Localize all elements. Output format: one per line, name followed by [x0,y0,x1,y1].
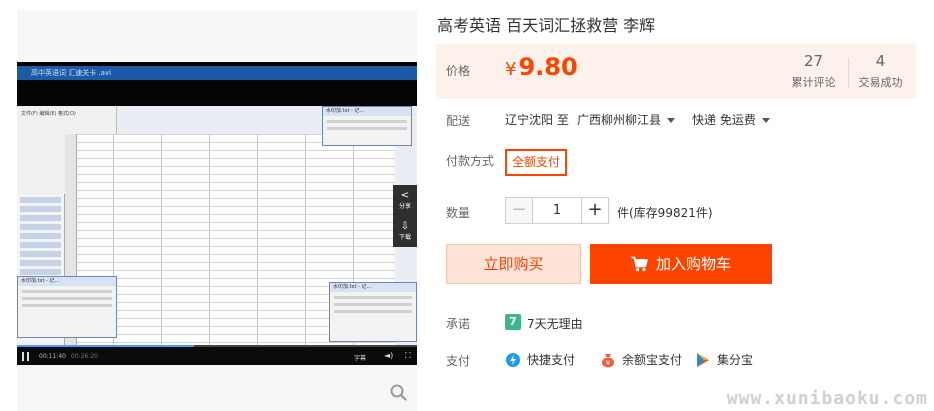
price-value: ¥9.80 [505,53,578,81]
deals-count: 4 [875,52,886,70]
jifen-icon [697,353,709,367]
add-to-cart-label: 加入购物车 [655,255,731,273]
payment-methods-label: 支付 [446,354,471,368]
deals-stat: 4 交易成功 [848,52,913,90]
shipping-method: 快递 免运费 [692,113,756,127]
download-button[interactable]: ⇩ 下载 [393,216,417,247]
fullscreen-icon[interactable]: ⛶ [405,351,411,361]
quick-pay-method[interactable]: 快捷支付 [505,351,575,368]
quick-pay-icon [506,353,520,367]
yuebao-label: 余额宝支付 [622,353,683,367]
quantity-label: 数量 [446,206,471,220]
svg-text:¥: ¥ [606,359,611,367]
yuebao-pay-method[interactable]: ¥ 余额宝支付 [600,351,682,368]
quantity-input[interactable] [532,197,582,224]
site-watermark: www.xunibaoku.com [726,388,928,409]
subtitle-button[interactable]: 字幕 [354,353,366,362]
zoom-icon[interactable] [390,384,407,401]
shipping-destination-select[interactable]: 广西柳州柳江县 [577,111,676,128]
cart-icon [631,256,648,272]
shipping-destination: 广西柳州柳江县 [577,113,662,127]
currency-symbol: ¥ [505,59,517,80]
shipping-method-select[interactable]: 快递 免运费 [692,111,770,128]
reviews-count: 27 [803,52,824,70]
video-window-title: 高中英语词 汇速关卡 .avi [17,66,417,80]
seven-day-return-icon: 7 [505,314,521,330]
download-icon: ⇩ [400,221,410,232]
buy-now-button[interactable]: 立即购买 [446,244,581,284]
volume-icon[interactable]: ◄) [384,351,393,360]
video-controls: 00:11:40 00:26:20 字幕 ◄) ⛶ [17,345,417,365]
share-icon: < [400,190,410,201]
current-time: 00:11:40 [39,353,66,360]
media-gallery: 高中英语词 汇速关卡 .avi 文件(F) 编辑(E) 格式(O) 水印加.tx… [17,10,417,411]
add-to-cart-button[interactable]: 加入购物车 [590,244,772,284]
share-label: 分享 [398,203,411,210]
chevron-down-icon [667,118,676,123]
yuebao-icon: ¥ [602,354,614,368]
video-player[interactable]: 高中英语词 汇速关卡 .avi 文件(F) 编辑(E) 格式(O) 水印加.tx… [17,62,417,365]
jifenbao-pay-method[interactable]: 集分宝 [695,351,753,368]
video-letterbox [17,80,417,106]
pause-icon[interactable] [22,352,29,361]
full-payment-option[interactable]: 全额支付 [505,149,568,176]
promise-text[interactable]: 7天无理由 [527,315,583,332]
shipping-from: 辽宁沈阳 至 [505,113,569,127]
video-frame-popup-left: 水印加.txt - 记... [17,276,117,338]
video-side-controls: < 分享 ⇩ 下载 [393,185,417,247]
stock-info: 件(库存99821件) [617,206,713,220]
download-label: 下载 [398,234,411,241]
quantity-increase-button[interactable]: + [581,197,609,224]
video-progress-bar[interactable] [17,345,417,347]
promise-label: 承诺 [446,317,471,331]
chevron-down-icon [761,118,770,123]
deals-label: 交易成功 [858,76,903,89]
video-frame: 文件(F) 编辑(E) 格式(O) 水印加.txt - 记... 水印加.txt… [17,106,417,345]
reviews-label: 累计评论 [791,76,836,89]
reviews-stat[interactable]: 27 累计评论 [781,52,846,90]
video-progress-fill [17,345,195,347]
share-button[interactable]: < 分享 [393,185,417,216]
price-label: 价格 [446,64,471,78]
payment-mode-label: 付款方式 [446,154,495,168]
video-frame-popup-right: 水印加.txt - 记... [329,282,417,342]
shipping-label: 配送 [446,114,471,128]
video-frame-popup-top: 水印加.txt - 记... [322,106,412,146]
jifenbao-label: 集分宝 [717,353,754,367]
quantity-decrease-button[interactable]: − [505,197,533,224]
product-title: 高考英语 百天词汇拯救营 李辉 [437,16,656,35]
total-time: 00:26:20 [71,353,98,360]
quick-pay-label: 快捷支付 [527,353,576,367]
price-amount: 9.80 [518,53,578,81]
